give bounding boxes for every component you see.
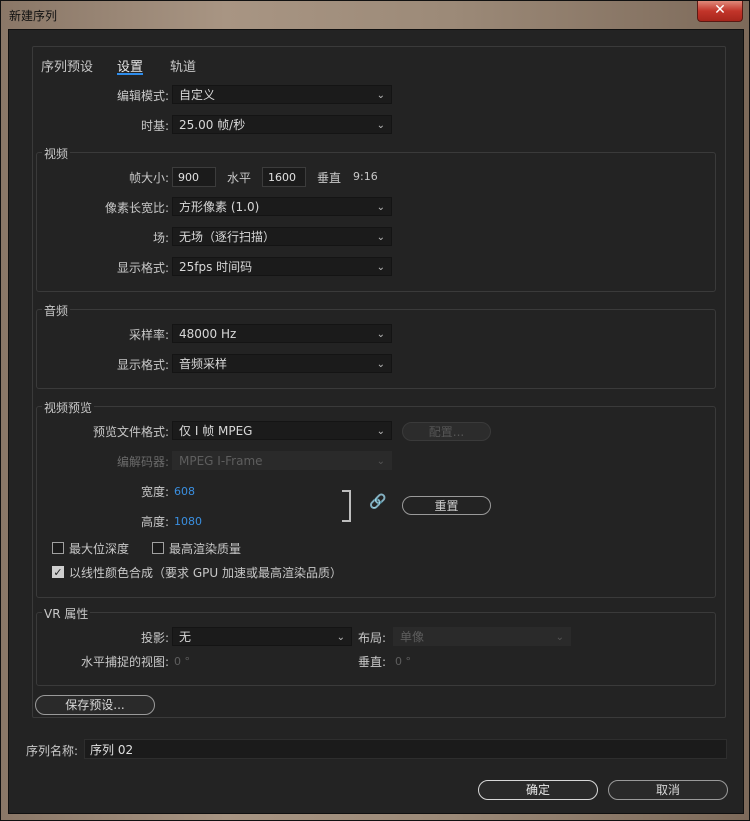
vertical-fov-value[interactable]: 0 °	[395, 655, 411, 668]
video-display-format-dropdown[interactable]: 25fps 时间码 ⌄	[172, 257, 392, 276]
codec-value: MPEG I-Frame	[179, 454, 263, 468]
save-preset-button[interactable]: 保存预设...	[35, 695, 155, 715]
timebase-label: 时基:	[140, 119, 169, 133]
dialog-client: 序列预设 设置 轨道 编辑模式: 自定义 ⌄ 时基: 25.00 帧/秒 ⌄ 视…	[8, 29, 744, 814]
pixel-aspect-value: 方形像素 (1.0)	[179, 200, 260, 214]
editing-mode-dropdown[interactable]: 自定义 ⌄	[172, 85, 392, 104]
cancel-button[interactable]: 取消	[608, 780, 728, 800]
chevron-down-icon: ⌄	[376, 90, 385, 101]
preview-file-format-value: 仅 I 帧 MPEG	[179, 424, 253, 438]
title-bar: 新建序列 ✕	[1, 1, 749, 29]
projection-value: 无	[179, 630, 192, 644]
configure-button[interactable]: 配置...	[402, 422, 491, 441]
frame-width-field[interactable]: 900	[172, 167, 216, 187]
active-tab-underline	[117, 73, 143, 75]
close-button[interactable]: ✕	[697, 1, 743, 22]
video-display-format-value: 25fps 时间码	[179, 260, 253, 274]
layout-dropdown[interactable]: 单像 ⌄	[393, 627, 571, 646]
vertical-fov-label: 垂直:	[358, 655, 387, 669]
pixel-aspect-dropdown[interactable]: 方形像素 (1.0) ⌄	[172, 197, 392, 216]
chevron-down-icon: ⌄	[376, 120, 385, 131]
vertical-label: 垂直	[317, 171, 342, 185]
link-icon[interactable]: 🔗	[369, 494, 386, 510]
preview-width-value[interactable]: 608	[174, 485, 195, 498]
sample-rate-value: 48000 Hz	[179, 327, 237, 341]
audio-display-format-label: 显示格式:	[116, 358, 169, 372]
video-display-format-label: 显示格式:	[116, 261, 169, 275]
max-bit-depth-checkbox[interactable]	[52, 542, 64, 554]
chevron-down-icon: ⌄	[336, 632, 345, 643]
vr-group-label: VR 属性	[42, 605, 91, 622]
vr-group	[36, 612, 716, 686]
horizontal-label: 水平	[227, 171, 252, 185]
window-title: 新建序列	[9, 9, 58, 23]
video-preview-group-label: 视频预览	[42, 399, 95, 416]
linear-color-label: 以线性颜色合成（要求 GPU 加速或最高渲染品质）	[69, 566, 342, 580]
preview-height-label: 高度:	[140, 515, 169, 529]
tab-tracks[interactable]: 轨道	[170, 56, 196, 75]
fields-label: 场:	[152, 231, 169, 245]
chevron-down-icon: ⌄	[376, 262, 385, 273]
max-render-quality-label: 最高渲染质量	[169, 542, 242, 556]
chevron-down-icon: ⌄	[376, 329, 385, 340]
chevron-down-icon: ⌄	[376, 232, 385, 243]
codec-label: 编解码器:	[116, 455, 169, 469]
projection-dropdown[interactable]: 无 ⌄	[172, 627, 352, 646]
audio-display-format-value: 音频采样	[179, 357, 228, 371]
layout-label: 布局:	[358, 631, 387, 645]
preview-width-label: 宽度:	[140, 485, 169, 499]
audio-group-label: 音频	[42, 302, 71, 319]
chevron-down-icon: ⌄	[376, 426, 385, 437]
link-bracket	[342, 490, 351, 522]
tab-sequence-presets[interactable]: 序列预设	[41, 56, 93, 75]
timebase-value: 25.00 帧/秒	[179, 118, 246, 132]
editing-mode-label: 编辑模式:	[116, 89, 169, 103]
preview-file-format-label: 预览文件格式:	[92, 425, 169, 439]
editing-mode-value: 自定义	[179, 88, 216, 102]
horizontal-fov-value[interactable]: 0 °	[174, 655, 190, 668]
new-sequence-dialog: 新建序列 ✕ 序列预设 设置 轨道 编辑模式: 自定义 ⌄ 时基: 25.00 …	[0, 0, 750, 821]
audio-group	[36, 309, 716, 389]
fields-dropdown[interactable]: 无场（逐行扫描） ⌄	[172, 227, 392, 246]
video-group-label: 视频	[42, 145, 71, 162]
horizontal-fov-label: 水平捕捉的视图:	[80, 655, 169, 669]
max-render-quality-checkbox[interactable]	[152, 542, 164, 554]
audio-display-format-dropdown[interactable]: 音频采样 ⌄	[172, 354, 392, 373]
preview-height-value[interactable]: 1080	[174, 515, 202, 528]
frame-size-label: 帧大小:	[128, 171, 169, 185]
chevron-down-icon: ⌄	[376, 359, 385, 370]
chevron-down-icon: ⌄	[376, 202, 385, 213]
timebase-dropdown[interactable]: 25.00 帧/秒 ⌄	[172, 115, 392, 134]
sample-rate-dropdown[interactable]: 48000 Hz ⌄	[172, 324, 392, 343]
projection-label: 投影:	[140, 631, 169, 645]
preview-file-format-dropdown[interactable]: 仅 I 帧 MPEG ⌄	[172, 421, 392, 440]
ok-button[interactable]: 确定	[478, 780, 598, 800]
sequence-name-label: 序列名称:	[26, 744, 79, 758]
linear-color-checkbox[interactable]: ✓	[52, 566, 64, 578]
aspect-ratio-text: 9:16	[353, 170, 378, 183]
frame-height-field[interactable]: 1600	[262, 167, 306, 187]
pixel-aspect-label: 像素长宽比:	[104, 201, 169, 215]
chevron-down-icon: ⌄	[555, 632, 564, 643]
fields-value: 无场（逐行扫描）	[179, 230, 276, 244]
sequence-name-input[interactable]: 序列 02	[84, 739, 727, 759]
sample-rate-label: 采样率:	[128, 328, 169, 342]
codec-dropdown[interactable]: MPEG I-Frame ⌄	[172, 451, 392, 470]
max-bit-depth-label: 最大位深度	[69, 542, 130, 556]
settings-panel: 序列预设 设置 轨道 编辑模式: 自定义 ⌄ 时基: 25.00 帧/秒 ⌄ 视…	[32, 46, 726, 718]
reset-button[interactable]: 重置	[402, 496, 491, 515]
layout-value: 单像	[400, 630, 425, 644]
chevron-down-icon: ⌄	[376, 456, 385, 467]
